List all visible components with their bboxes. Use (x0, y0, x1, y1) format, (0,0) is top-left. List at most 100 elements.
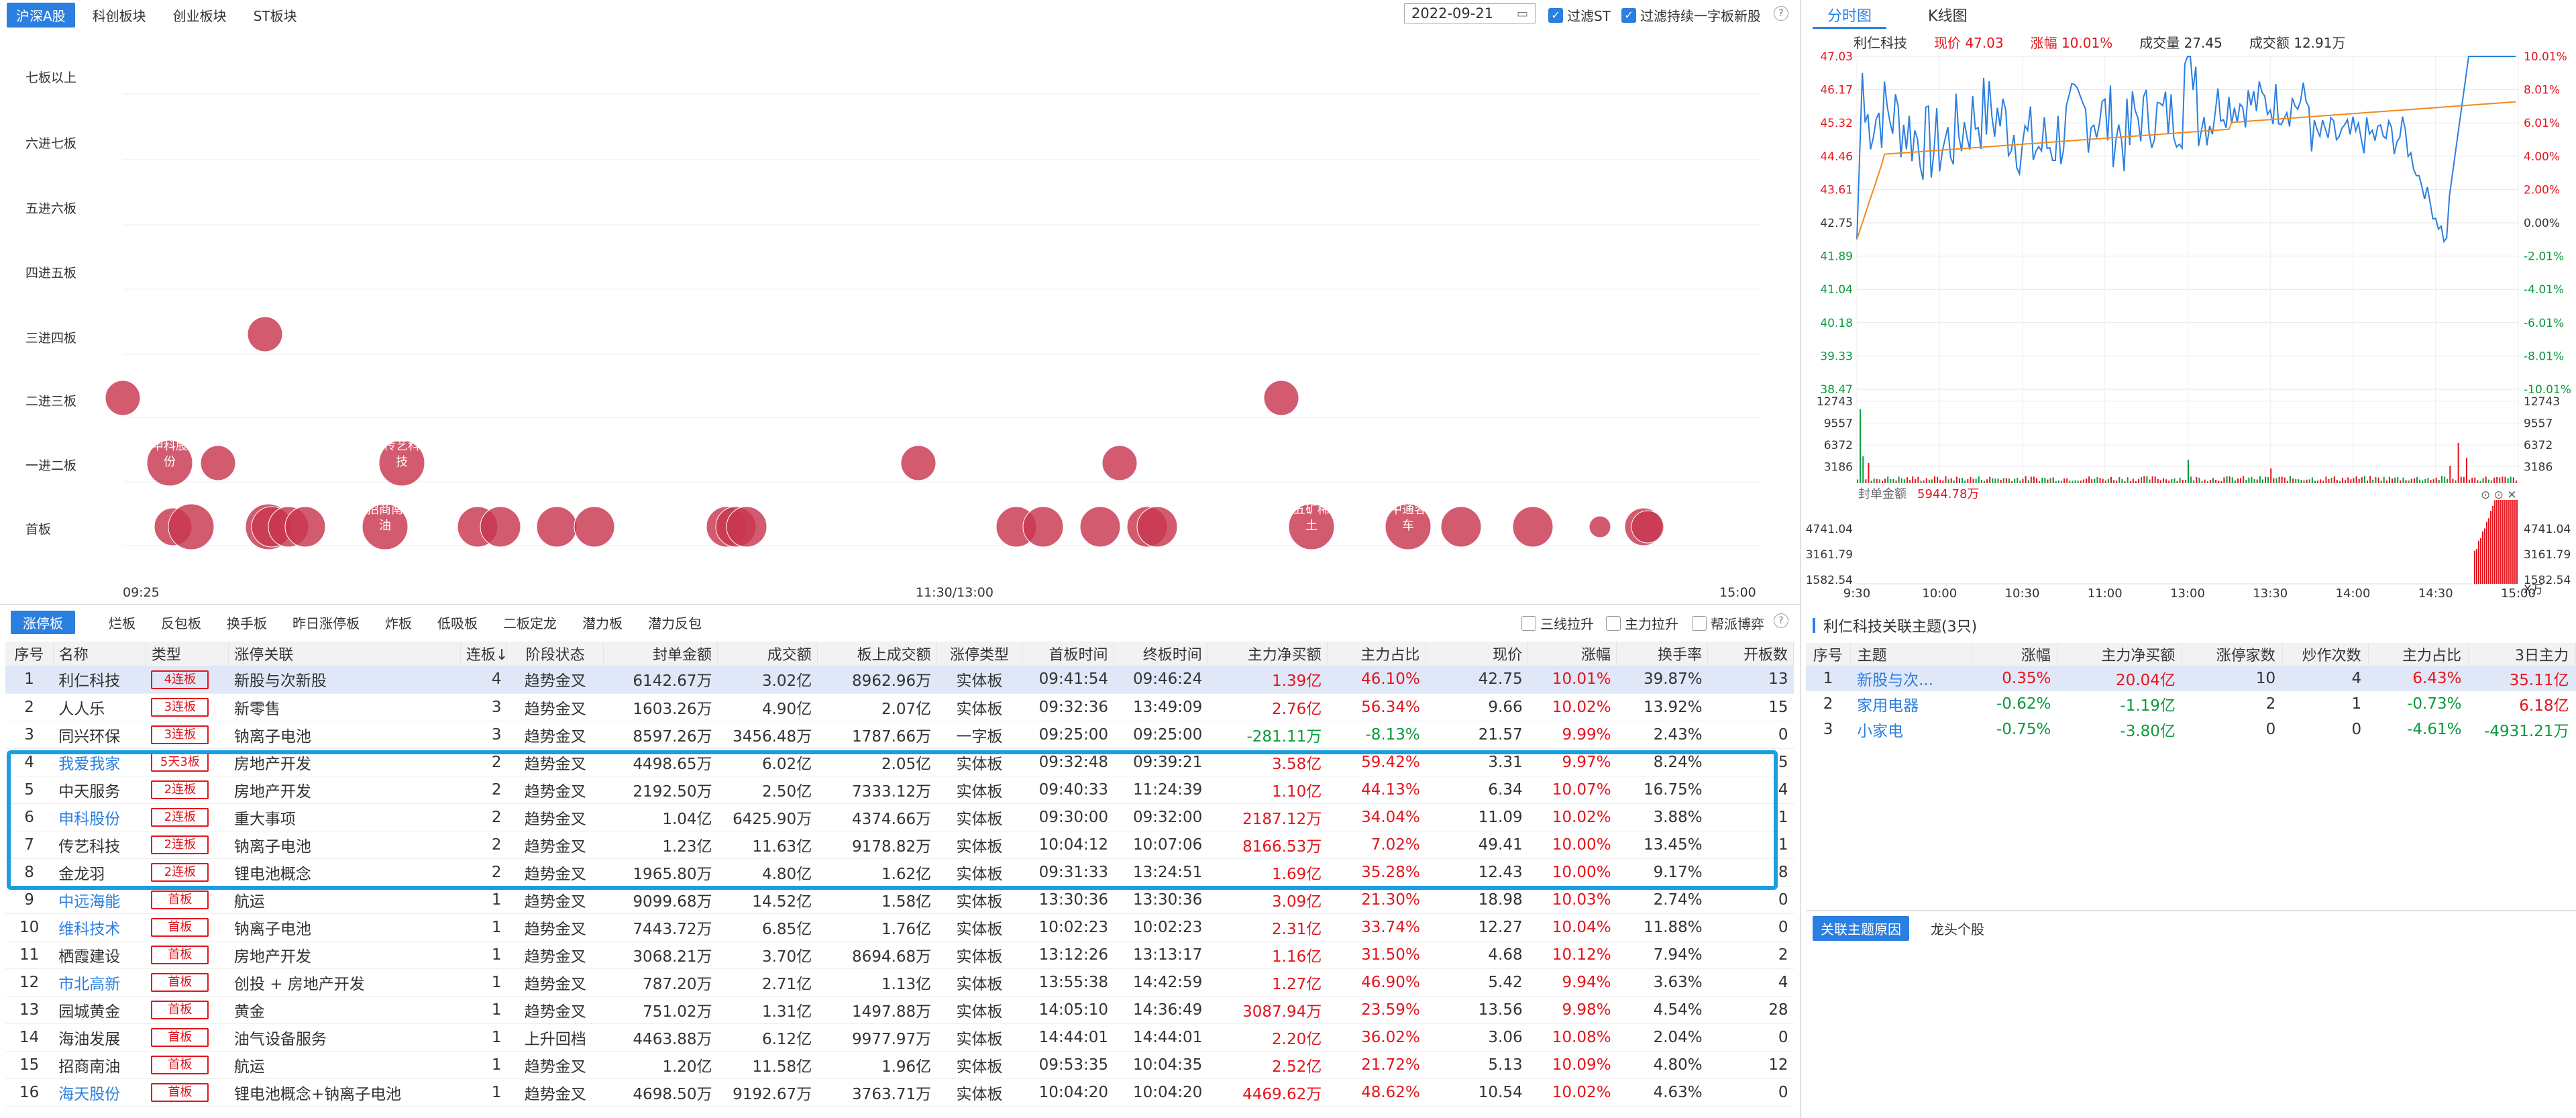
volume-bar (2215, 479, 2217, 483)
table-row[interactable]: 10 维科技术 首板 钠离子电池 1 趋势金叉 7443.72万 6.85亿 1.76亿 实体板 1… (5, 913, 1794, 942)
related-column-header[interactable]: 主力占比 (2368, 643, 2469, 666)
table-cell: 2连板 (146, 858, 229, 886)
filter-st-checkbox[interactable]: ✓ 过滤ST (1548, 5, 1611, 25)
tab-blown[interactable]: 炸板 (385, 613, 412, 632)
tab-minute[interactable]: 分时图 (1813, 3, 1887, 29)
column-header[interactable]: 换手率 (1616, 642, 1709, 666)
related-column-header[interactable]: 3日主力 (2468, 643, 2576, 666)
volume-bar (2270, 468, 2272, 483)
column-header[interactable]: 序号 (5, 642, 54, 666)
volume-bar (2405, 480, 2407, 483)
column-header[interactable]: 开板数 (1707, 642, 1794, 666)
table-row[interactable]: 3 同兴环保 3连板 钠离子电池 3 趋势金叉 8597.26万 3456.48万 1787.6… (5, 721, 1794, 749)
table-row[interactable]: 13 园城黄金 首板 黄金 1 趋势金叉 751.02万 1.31亿 1497.88万 实体板 14… (5, 996, 1794, 1024)
column-header[interactable]: 连板↓ (460, 642, 507, 666)
column-header[interactable]: 主力净买额 (1208, 642, 1328, 666)
table-cell: 实体板 (936, 913, 1022, 942)
date-picker[interactable]: 2022-09-21 ▭ (1404, 3, 1536, 23)
table-row[interactable]: 1 利仁科技 4连板 新股与次新股 4 趋势金叉 6142.67万 3.02亿 8962.96万… (5, 666, 1794, 694)
related-row[interactable]: 1 新股与次... 0.35% 20.04亿 10 4 6.43% 35.11亿 (1806, 666, 2576, 691)
tab-low-buy[interactable]: 低吸板 (437, 613, 478, 632)
table-row[interactable]: 5 中天服务 2连板 房地产开发 2 趋势金叉 2192.50万 2.50亿 7333.12万实… (5, 776, 1794, 804)
price-tick: 38.47 (1820, 383, 1853, 397)
table-cell: 1.13亿 (817, 968, 937, 997)
table-row[interactable]: 12 市北高新 首板 创投 + 房地产开发 1 趋势金叉 787.20万 2.71亿 1.13亿… (5, 968, 1794, 997)
column-header[interactable]: 现价 (1425, 642, 1529, 666)
table-row[interactable]: 2 人人乐 3连板 新零售 3 趋势金叉 1603.26万 4.90亿 2.07亿 实体板 09:3… (5, 693, 1794, 721)
column-header[interactable]: 首板时间 (1022, 642, 1114, 666)
column-header[interactable]: 封单金额 (603, 642, 718, 666)
table-row[interactable]: 15 招商南油 首板 航运 1 趋势金叉 1.20亿 11.58亿 1.96亿 实体板 09:53:… (5, 1051, 1794, 1079)
related-column-header[interactable]: 主题 (1850, 643, 1972, 666)
table-cell: 首板 (146, 1023, 229, 1052)
tab-gem[interactable]: 创业板块 (164, 3, 236, 28)
volume-bar (2416, 476, 2418, 483)
volume-bar (2339, 480, 2341, 483)
column-header[interactable]: 涨幅 (1527, 642, 1617, 666)
ladder-bubble (105, 380, 141, 416)
table-cell: 5.42 (1425, 968, 1528, 997)
column-header[interactable]: 板上成交额 (817, 642, 937, 666)
related-column-header[interactable]: 涨停家数 (2182, 643, 2283, 666)
related-column-header[interactable]: 序号 (1806, 643, 1851, 666)
table-row[interactable]: 11 栖霞建设 首板 房地产开发 1 趋势金叉 3068.21万 3.70亿 8694.68万实… (5, 941, 1794, 969)
related-column-header[interactable]: 涨幅 (1972, 643, 2058, 666)
help-icon[interactable]: ? (1774, 613, 1788, 628)
table-cell: 9178.82万 (817, 831, 937, 859)
help-icon[interactable]: ? (1774, 6, 1788, 21)
check-three-line[interactable]: 三线拉升 (1521, 613, 1594, 633)
tab-star[interactable]: 科创板块 (83, 3, 156, 28)
volume-bar (2218, 480, 2220, 483)
related-row[interactable]: 3 小家电 -0.75% -3.80亿 0 0 -4.61% -4931.21万 (1806, 717, 2576, 742)
filter-newstock-checkbox[interactable]: ✓ 过滤持续一字板新股 (1621, 5, 1761, 25)
tab-st[interactable]: ST板块 (244, 3, 307, 28)
table-cell: 4 (5, 748, 54, 776)
column-header[interactable]: 类型 (146, 642, 229, 666)
column-header[interactable]: 涨停关联 (228, 642, 461, 666)
table-row[interactable]: 9 中远海能 首板 航运 1 趋势金叉 9099.68万 14.52亿 1.58亿 实体板 13:3… (5, 886, 1794, 914)
table-row[interactable]: 16 海天股份 首板 锂电池概念+钠离子电池 1 趋势金叉 4698.50万 9192.67万… (5, 1078, 1794, 1107)
volume-bar (2074, 480, 2076, 483)
volume-bar (2290, 476, 2292, 483)
tab-kline[interactable]: K线图 (1913, 3, 1982, 29)
tab-limit-up[interactable]: 涨停板 (11, 610, 75, 634)
table-row[interactable]: 6 申科股份 2连板 重大事项 2 趋势金叉 1.04亿 6425.90万 4374.66万 实体… (5, 803, 1794, 831)
check-main-force[interactable]: 主力拉升 (1606, 613, 1678, 633)
tab-reversal[interactable]: 反包板 (161, 613, 201, 632)
tab-yesterday[interactable]: 昨日涨停板 (292, 613, 360, 632)
tab-hs-a[interactable]: 沪深A股 (7, 2, 75, 28)
table-row[interactable]: 4 我爱我家 5天3板 房地产开发 2 趋势金叉 4498.65万 6.02亿 2.05亿 实体板… (5, 748, 1794, 776)
tab-second-board[interactable]: 二板定龙 (503, 613, 557, 632)
seal-tick: 4741.04 (1806, 523, 1853, 536)
table-cell: 2.04% (1616, 1023, 1708, 1052)
table-cell: 14:44:01 (1022, 1023, 1114, 1052)
column-header[interactable]: 名称 (53, 642, 146, 666)
related-row[interactable]: 2 家用电器 -0.62% -1.19亿 2 1 -0.73% 6.18亿 (1806, 691, 2576, 717)
tab-turnover[interactable]: 换手板 (227, 613, 267, 632)
check-faction[interactable]: 帮派博弈 (1692, 613, 1764, 633)
table-cell: 趋势金叉 (506, 996, 604, 1024)
table-row[interactable]: 7 传艺科技 2连板 钠离子电池 2 趋势金叉 1.23亿 11.63亿 9178.82万 实体板… (5, 831, 1794, 859)
related-column-header[interactable]: 炒作次数 (2282, 643, 2369, 666)
related-column-header[interactable]: 主力净买额 (2057, 643, 2183, 666)
tab-leader-stocks[interactable]: 龙头个股 (1923, 916, 1992, 941)
table-cell: 13:13:17 (1113, 941, 1208, 969)
tab-potential-reversal[interactable]: 潜力反包 (648, 613, 702, 632)
volume-bar (1925, 478, 1927, 483)
column-header[interactable]: 主力占比 (1327, 642, 1426, 666)
column-header[interactable]: 成交额 (717, 642, 818, 666)
table-row[interactable]: 14 海油发展 首板 油气设备服务 1 上升回档 4463.88万 6.12亿 9977.97万… (5, 1023, 1794, 1052)
volume-bar (2397, 477, 2399, 483)
tab-potential[interactable]: 潜力板 (582, 613, 623, 632)
column-header[interactable]: 终板时间 (1113, 642, 1208, 666)
tab-related-reason[interactable]: 关联主题原因 (1813, 916, 1909, 941)
volume-bar (1970, 476, 1972, 483)
tab-broken[interactable]: 烂板 (109, 613, 136, 632)
column-header[interactable]: 阶段状态 (506, 642, 604, 666)
table-row[interactable]: 8 金龙羽 2连板 锂电池概念 2 趋势金叉 1965.80万 4.80亿 1.62亿 实体板 09… (5, 858, 1794, 886)
table-cell: 1965.80万 (603, 858, 718, 886)
table-cell: 09:31:33 (1022, 858, 1114, 886)
column-header[interactable]: 涨停类型 (936, 642, 1023, 666)
table-cell: 09:30:00 (1022, 803, 1114, 831)
table-cell: 9977.97万 (817, 1023, 937, 1052)
